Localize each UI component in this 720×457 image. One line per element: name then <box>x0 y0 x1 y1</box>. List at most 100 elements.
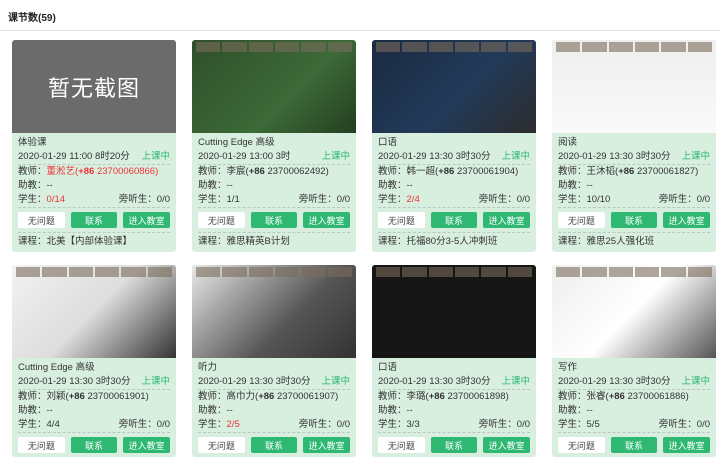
contact-button[interactable]: 联系 <box>610 437 658 453</box>
assistant-label: 助教： <box>198 405 227 416</box>
classroom-screenshot[interactable] <box>12 265 176 358</box>
lesson-datetime: 2020-01-29 11:00 8时20分 <box>18 151 130 162</box>
no-issue-button[interactable]: 无问题 <box>558 212 605 228</box>
course-name: 托福80分3-5人冲刺班 <box>406 236 498 247</box>
lesson-datetime: 2020-01-29 13:30 3时30分 <box>18 376 131 387</box>
course-info: 课程：托福80分3-5人冲刺班 <box>378 232 530 252</box>
lesson-card: 暂无截图 体验课 2020-01-29 11:00 8时20分 上课中 教师：董淞… <box>12 40 176 252</box>
lesson-name: 体验课 <box>18 137 47 148</box>
contact-button[interactable]: 联系 <box>430 212 478 228</box>
screenshot-placeholder[interactable]: 暂无截图 <box>12 40 176 133</box>
student-count: 2/5 <box>226 419 240 430</box>
assistant-label: 助教： <box>378 180 407 191</box>
video-thumbnails <box>16 267 172 277</box>
status-badge: 上课中 <box>141 151 170 162</box>
no-issue-button[interactable]: 无问题 <box>198 437 245 453</box>
contact-button[interactable]: 联系 <box>610 212 658 228</box>
lesson-name: 口语 <box>378 362 398 373</box>
student-count: 3/3 <box>406 419 420 430</box>
teacher-info: 王沐韬(+86 23700061827) <box>586 166 699 177</box>
student-label: 学生： <box>378 194 407 205</box>
assistant-value: -- <box>586 180 593 191</box>
auditor-label: 旁听生： <box>658 419 697 430</box>
student-label: 学生： <box>198 419 227 430</box>
course-info: 课程：雅思25人强化班 <box>558 232 710 252</box>
auditor-count: 0/0 <box>516 419 530 430</box>
lesson-count-title: 课节数(59) <box>0 0 720 31</box>
assistant-label: 助教： <box>558 405 587 416</box>
course-info: 课程：雅思精英B计划 <box>198 232 350 252</box>
classroom-screenshot[interactable] <box>192 265 356 358</box>
teacher-info: 李宸(+86 23700062492) <box>226 166 329 177</box>
teacher-info: 刘颖(+86 23700061901) <box>46 391 149 402</box>
lesson-datetime: 2020-01-29 13:30 3时30分 <box>378 151 491 162</box>
contact-button[interactable]: 联系 <box>70 212 118 228</box>
no-issue-button[interactable]: 无问题 <box>558 437 605 453</box>
enter-classroom-button[interactable]: 进入教室 <box>123 212 171 228</box>
enter-classroom-button[interactable]: 进入教室 <box>123 437 171 453</box>
auditor-count: 0/0 <box>156 419 170 430</box>
student-label: 学生： <box>18 194 47 205</box>
assistant-label: 助教： <box>18 180 47 191</box>
lesson-datetime: 2020-01-29 13:30 3时30分 <box>378 376 491 387</box>
teacher-info: 韩一超(+86 23700061904) <box>406 166 519 177</box>
enter-classroom-button[interactable]: 进入教室 <box>663 437 711 453</box>
assistant-value: -- <box>226 180 233 191</box>
contact-button[interactable]: 联系 <box>430 437 478 453</box>
teacher-label: 教师： <box>378 391 407 402</box>
classroom-screenshot[interactable] <box>372 40 536 133</box>
classroom-screenshot[interactable] <box>552 265 716 358</box>
lesson-card: 口语 2020-01-29 13:30 3时30分 上课中 教师：李璐(+86 2… <box>372 265 536 457</box>
teacher-label: 教师： <box>558 391 587 402</box>
enter-classroom-button[interactable]: 进入教室 <box>303 212 351 228</box>
teacher-info: 李璐(+86 23700061898) <box>406 391 509 402</box>
status-badge: 上课中 <box>501 376 530 387</box>
status-badge: 上课中 <box>681 376 710 387</box>
auditor-count: 0/0 <box>336 419 350 430</box>
contact-button[interactable]: 联系 <box>250 212 298 228</box>
no-issue-button[interactable]: 无问题 <box>198 212 245 228</box>
no-issue-button[interactable]: 无问题 <box>18 437 65 453</box>
classroom-screenshot[interactable] <box>192 40 356 133</box>
student-label: 学生： <box>558 419 587 430</box>
contact-button[interactable]: 联系 <box>250 437 298 453</box>
lesson-datetime: 2020-01-29 13:00 3时 <box>198 151 291 162</box>
no-screenshot-text: 暂无截图 <box>47 75 140 101</box>
auditor-count: 0/0 <box>336 194 350 205</box>
teacher-info: 董淞艺(+86 23700060866) <box>46 166 159 177</box>
status-badge: 上课中 <box>321 151 350 162</box>
assistant-value: -- <box>586 405 593 416</box>
status-badge: 上课中 <box>501 151 530 162</box>
no-issue-button[interactable]: 无问题 <box>18 212 65 228</box>
lesson-name: 听力 <box>198 362 218 373</box>
lesson-card: 听力 2020-01-29 13:30 3时30分 上课中 教师：高巾力(+86 … <box>192 265 356 457</box>
contact-button[interactable]: 联系 <box>70 437 118 453</box>
enter-classroom-button[interactable]: 进入教室 <box>483 437 531 453</box>
enter-classroom-button[interactable]: 进入教室 <box>483 212 531 228</box>
lesson-datetime: 2020-01-29 13:30 3时30分 <box>558 151 671 162</box>
video-thumbnails <box>376 42 532 52</box>
assistant-value: -- <box>46 180 53 191</box>
lesson-card: Cutting Edge 高级 2020-01-29 13:00 3时 上课中 教… <box>192 40 356 252</box>
enter-classroom-button[interactable]: 进入教室 <box>303 437 351 453</box>
enter-classroom-button[interactable]: 进入教室 <box>663 212 711 228</box>
auditor-count: 0/0 <box>156 194 170 205</box>
student-count: 2/4 <box>406 194 420 205</box>
student-count: 0/14 <box>46 194 66 205</box>
video-thumbnails <box>196 267 352 277</box>
assistant-value: -- <box>226 405 233 416</box>
no-issue-button[interactable]: 无问题 <box>378 437 425 453</box>
auditor-label: 旁听生： <box>478 194 517 205</box>
student-count: 5/5 <box>586 419 600 430</box>
classroom-screenshot[interactable] <box>552 40 716 133</box>
teacher-label: 教师： <box>198 391 227 402</box>
student-count: 10/10 <box>586 194 611 205</box>
lesson-name: Cutting Edge 高级 <box>18 362 95 373</box>
video-thumbnails <box>376 267 532 277</box>
no-issue-button[interactable]: 无问题 <box>378 212 425 228</box>
classroom-screenshot[interactable] <box>372 265 536 358</box>
video-thumbnails <box>556 42 712 52</box>
lesson-name: 写作 <box>558 362 578 373</box>
auditor-label: 旁听生： <box>118 419 157 430</box>
video-thumbnails <box>556 267 712 277</box>
